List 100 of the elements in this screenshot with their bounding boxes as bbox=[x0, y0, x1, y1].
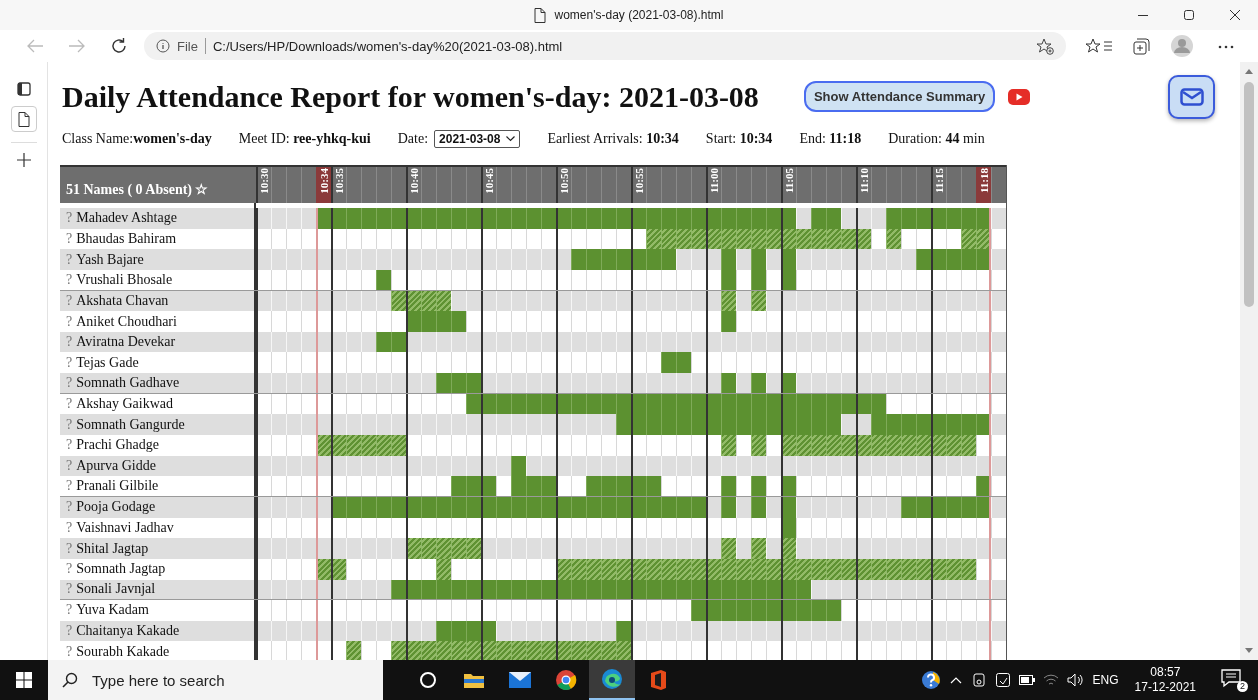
status-mark: ? bbox=[66, 519, 73, 536]
scroll-down-icon[interactable] bbox=[1245, 648, 1253, 654]
student-name: Sonali Javnjal bbox=[76, 581, 156, 598]
clock[interactable]: 08:57 17-12-2021 bbox=[1134, 665, 1196, 695]
wifi-icon[interactable] bbox=[1042, 673, 1059, 687]
status-mark: ? bbox=[66, 499, 73, 516]
folder-icon bbox=[463, 671, 485, 689]
student-name: Somnath Gadhave bbox=[76, 374, 180, 391]
status-mark: ? bbox=[66, 374, 73, 391]
student-name: Mahadev Ashtage bbox=[76, 210, 177, 227]
swirl-icon bbox=[601, 668, 623, 690]
taskbar-app[interactable] bbox=[589, 660, 635, 700]
student-name: Akshata Chavan bbox=[76, 292, 169, 309]
info-text: Class Name:women's-day bbox=[62, 131, 212, 147]
student-name: Sourabh Kakade bbox=[76, 643, 170, 660]
status-mark: ? bbox=[66, 251, 73, 268]
status-mark: ? bbox=[66, 478, 73, 495]
help-icon[interactable] bbox=[920, 670, 941, 690]
app-tray-icon[interactable] bbox=[994, 672, 1011, 688]
student-name: Aviratna Devekar bbox=[76, 334, 176, 351]
status-mark: ? bbox=[66, 643, 73, 660]
search-field[interactable]: Type here to search bbox=[48, 660, 383, 700]
status-mark: ? bbox=[66, 437, 73, 454]
status-mark: ? bbox=[66, 396, 73, 413]
student-name: Somnath Gangurde bbox=[76, 416, 185, 433]
status-mark: ? bbox=[66, 313, 73, 330]
info-text: Earliest Arrivals: 10:34 bbox=[547, 131, 679, 147]
new-tab-icon[interactable] bbox=[16, 153, 31, 167]
info-icon bbox=[156, 39, 170, 53]
tab-item[interactable] bbox=[10, 106, 37, 132]
search-icon bbox=[62, 672, 78, 688]
page-icon bbox=[534, 7, 547, 23]
status-mark: ? bbox=[66, 416, 73, 433]
time-label: 10:40 bbox=[408, 168, 421, 194]
time-label: 11:05 bbox=[783, 168, 796, 194]
field-label: Date: bbox=[397, 131, 429, 147]
status-mark: ? bbox=[66, 561, 73, 578]
marked-time-label: 11:18 bbox=[976, 167, 991, 203]
speaker-icon[interactable] bbox=[1066, 673, 1085, 687]
names-header: 51 Names ( 0 Absent) ☆ bbox=[66, 180, 209, 198]
status-mark: ? bbox=[66, 581, 73, 598]
summary-button[interactable]: Show Attendance Summary bbox=[803, 81, 996, 112]
time-label: 10:35 bbox=[333, 168, 346, 194]
video-icon[interactable] bbox=[1008, 88, 1031, 105]
student-name: Prachi Ghadge bbox=[76, 437, 160, 454]
battery-icon[interactable] bbox=[1018, 675, 1035, 685]
info-text: Start: 10:34 bbox=[705, 131, 773, 147]
student-name: Vaishnavi Jadhav bbox=[76, 519, 174, 536]
info-text: End: 11:18 bbox=[799, 131, 862, 147]
address-field[interactable]: File C:/Users/HP/Downloads/women's-day%20(2021-03-08).html bbox=[144, 32, 1066, 60]
start-icon[interactable] bbox=[16, 672, 32, 688]
time-label: 10:50 bbox=[558, 168, 571, 194]
scrollbar-thumb[interactable] bbox=[1244, 82, 1254, 307]
device-icon[interactable] bbox=[970, 672, 987, 688]
notification-count: 2 bbox=[1237, 681, 1248, 692]
envelope-icon bbox=[1179, 87, 1204, 106]
date-select[interactable]: 2021-03-08 bbox=[434, 130, 521, 148]
student-name: Vrushali Bhosale bbox=[76, 271, 173, 288]
student-name: Bhaudas Bahiram bbox=[76, 230, 177, 247]
status-mark: ? bbox=[66, 292, 73, 309]
time-label: 11:10 bbox=[858, 168, 871, 194]
status-mark: ? bbox=[66, 334, 73, 351]
caret-icon bbox=[506, 136, 516, 142]
clock-date: 17-12-2021 bbox=[1134, 680, 1196, 695]
student-name: Yuva Kadam bbox=[76, 602, 149, 619]
status-mark: ? bbox=[66, 602, 73, 619]
time-label: 10:30 bbox=[258, 168, 271, 194]
student-name: Apurva Gidde bbox=[76, 458, 156, 474]
info-text: Duration: 44 min bbox=[888, 131, 985, 147]
status-mark: ? bbox=[66, 540, 73, 557]
time-label: 11:00 bbox=[708, 168, 721, 194]
status-mark: ? bbox=[66, 354, 73, 371]
page-title: Daily Attendance Report for women's-day: 2021-03-08 bbox=[62, 79, 759, 114]
time-label: 10:45 bbox=[483, 168, 496, 194]
add-favorite-icon[interactable] bbox=[1036, 37, 1054, 55]
time-label: 11:15 bbox=[933, 168, 946, 194]
tile-icon bbox=[649, 669, 667, 691]
mail-button[interactable] bbox=[1168, 74, 1215, 119]
tabs-icon[interactable] bbox=[16, 82, 31, 96]
refresh-icon[interactable] bbox=[110, 37, 128, 55]
scheme-label: File bbox=[177, 38, 198, 54]
chevron-up-icon[interactable] bbox=[948, 675, 963, 685]
window-title: women's-day (2021-03-08).html bbox=[554, 8, 724, 22]
student-name: Yash Bajare bbox=[76, 251, 144, 268]
envelope-icon bbox=[509, 672, 531, 688]
notification-icon[interactable] bbox=[1220, 668, 1242, 688]
student-name: Chaitanya Kakade bbox=[76, 623, 180, 640]
time-label: 10:55 bbox=[633, 168, 646, 194]
language-indicator[interactable]: ENG bbox=[1092, 673, 1119, 687]
info-text: Meet ID: ree-yhkq-kui bbox=[238, 131, 371, 147]
student-name: Pooja Godage bbox=[76, 499, 156, 516]
status-mark: ? bbox=[66, 458, 73, 474]
status-mark: ? bbox=[66, 210, 73, 227]
url-text: C:/Users/HP/Downloads/women's-day%20(2021-03-08).html bbox=[212, 38, 564, 54]
student-name: Akshay Gaikwad bbox=[76, 396, 174, 413]
student-name: Pranali Gilbile bbox=[76, 478, 159, 495]
status-mark: ? bbox=[66, 623, 73, 640]
student-name: Tejas Gade bbox=[76, 354, 139, 371]
marked-time-label: 10:34 bbox=[316, 167, 331, 203]
scroll-up-icon[interactable] bbox=[1245, 68, 1253, 74]
